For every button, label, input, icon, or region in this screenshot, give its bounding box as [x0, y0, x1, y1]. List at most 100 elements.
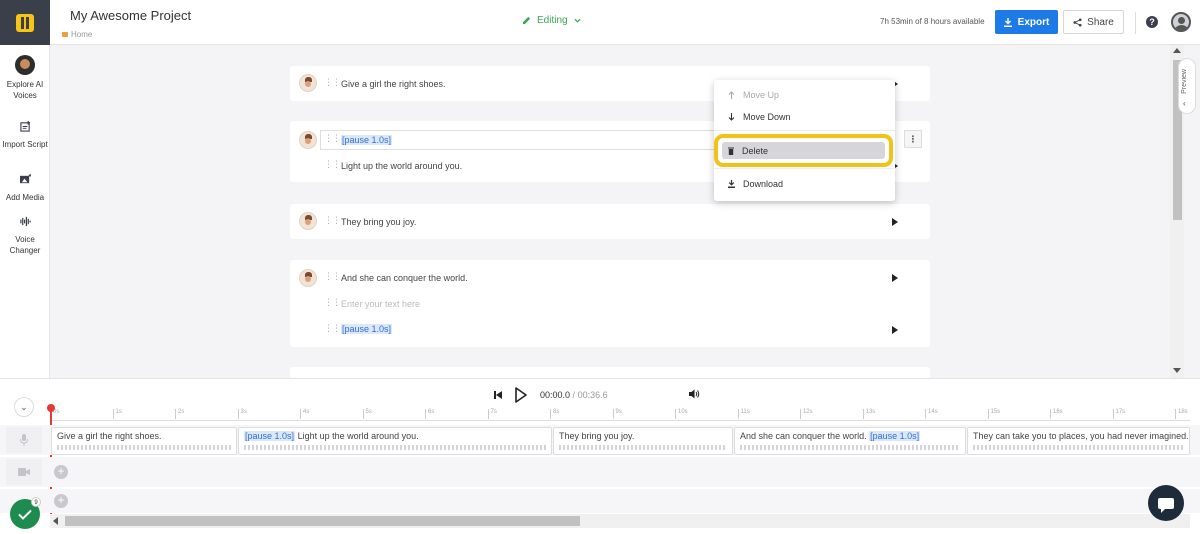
- breadcrumb-home[interactable]: Home: [71, 30, 92, 39]
- ruler-tick: 9s: [612, 409, 622, 419]
- microphone-icon: [6, 427, 42, 453]
- drag-handle-icon[interactable]: ⋮⋮: [324, 160, 341, 169]
- pause-tag[interactable]: [pause 1.0s]: [341, 324, 393, 334]
- scrollbar-thumb[interactable]: [65, 516, 580, 526]
- waveform: [740, 445, 960, 450]
- download-icon: [728, 180, 735, 188]
- more-options-button[interactable]: ⋮: [904, 130, 922, 148]
- clip-text: Light up the world around you.: [297, 431, 419, 441]
- clip-text: They bring you joy.: [559, 431, 635, 441]
- play-line-icon[interactable]: [892, 274, 898, 282]
- play-icon[interactable]: [514, 387, 528, 403]
- drag-handle-icon[interactable]: ⋮⋮: [324, 78, 341, 87]
- quota-text: 7h 53min of 8 hours available: [880, 17, 985, 26]
- share-button[interactable]: Share: [1063, 10, 1124, 34]
- chevron-left-icon[interactable]: ‹: [1183, 99, 1186, 108]
- drag-handle-icon[interactable]: ⋮⋮: [324, 324, 341, 333]
- project-title[interactable]: My Awesome Project: [70, 8, 191, 23]
- audio-clip[interactable]: They can take you to places, you had nev…: [967, 427, 1190, 455]
- scroll-down-icon[interactable]: [1173, 368, 1181, 373]
- drag-handle-icon[interactable]: ⋮⋮: [324, 272, 341, 281]
- sidebar-item-add-media[interactable]: Add Media: [0, 174, 50, 203]
- add-video-button[interactable]: +: [54, 465, 68, 479]
- audio-clip[interactable]: Give a girl the right shoes.: [51, 427, 237, 455]
- ruler-tick: 7s: [487, 409, 497, 419]
- help-icon[interactable]: ?: [1146, 16, 1158, 28]
- time-readout: 00:00.0 / 00:36.6: [540, 390, 608, 400]
- voice-face-icon[interactable]: [299, 212, 317, 230]
- menu-item-download[interactable]: Download: [714, 174, 895, 194]
- ruler-tick: 16s: [1050, 409, 1063, 419]
- checklist-count-badge: 9: [31, 497, 41, 507]
- sidebar-item-voice-changer[interactable]: Voice Changer: [0, 216, 50, 256]
- menu-item-delete[interactable]: Delete: [722, 142, 885, 159]
- ruler-tick: 11s: [737, 409, 750, 419]
- chat-bubble-icon: [1158, 497, 1174, 513]
- clip-text: They can take you to places, you had nev…: [973, 431, 1189, 441]
- voice-face-icon[interactable]: [299, 131, 317, 149]
- play-line-icon[interactable]: [892, 326, 898, 334]
- script-line[interactable]: And she can conquer the world.: [341, 273, 468, 283]
- voice-face-icon[interactable]: [299, 269, 317, 287]
- skip-back-icon[interactable]: [494, 391, 502, 399]
- ruler-tick: 8s: [550, 409, 559, 419]
- script-line[interactable]: [pause 1.0s]: [341, 324, 393, 334]
- import-icon: [19, 121, 30, 132]
- ruler-tick: 2s: [175, 409, 184, 419]
- waveform: [973, 445, 1184, 450]
- export-button[interactable]: Export: [995, 10, 1058, 34]
- script-line[interactable]: They bring you joy.: [341, 217, 416, 227]
- script-line[interactable]: Give a girl the right shoes.: [341, 79, 446, 89]
- ruler-tick: 18s: [1175, 409, 1188, 419]
- sidebar-item-explore-voices[interactable]: Explore AI Voices: [0, 55, 50, 101]
- breadcrumb[interactable]: Home: [62, 30, 92, 39]
- menu-item-label: Delete: [742, 145, 769, 156]
- app-logo[interactable]: [0, 0, 50, 45]
- script-line[interactable]: [pause 1.0s]: [341, 135, 393, 145]
- empty-line-placeholder[interactable]: Enter your text here: [341, 299, 420, 309]
- chat-support-button[interactable]: [1148, 485, 1184, 521]
- play-line-icon[interactable]: [892, 218, 898, 226]
- audio-clip[interactable]: They bring you joy.: [553, 427, 733, 455]
- script-line[interactable]: Light up the world around you.: [341, 161, 462, 171]
- trash-icon: [728, 147, 734, 155]
- script-block[interactable]: ⋮⋮ And she can conquer the world. ⋮⋮ Ent…: [290, 260, 930, 347]
- pause-tag: [pause 1.0s]: [244, 431, 296, 441]
- mode-dropdown[interactable]: Editing: [522, 15, 581, 26]
- menu-divider: [714, 168, 895, 169]
- script-block[interactable]: ⋮⋮ They bring you joy.: [290, 204, 930, 239]
- ruler-tick: 6s: [425, 409, 434, 419]
- menu-divider: [714, 130, 895, 131]
- header-divider: [1135, 12, 1136, 34]
- menu-item-move-down[interactable]: Move Down: [714, 107, 895, 127]
- user-avatar-icon[interactable]: [1171, 12, 1191, 32]
- drag-handle-icon[interactable]: ⋮⋮: [324, 298, 341, 307]
- delete-highlight: Delete: [714, 134, 893, 167]
- arrow-down-icon: [728, 113, 735, 121]
- sidebar-item-label: Add Media: [5, 193, 45, 202]
- horizontal-scrollbar[interactable]: [50, 514, 1190, 528]
- ruler-tick: 5s: [362, 409, 372, 419]
- add-media-button[interactable]: +: [54, 494, 68, 508]
- preview-label[interactable]: Preview: [1181, 69, 1188, 94]
- scroll-left-icon[interactable]: [53, 517, 58, 525]
- drag-handle-icon[interactable]: ⋮⋮: [324, 216, 341, 225]
- pause-tag[interactable]: [pause 1.0s]: [341, 135, 393, 145]
- audio-clip[interactable]: [pause 1.0s] Light up the world around y…: [238, 427, 552, 455]
- audio-clip[interactable]: And she can conquer the world. [pause 1.…: [734, 427, 966, 455]
- sidebar-item-import-script[interactable]: Import Script: [0, 121, 50, 150]
- ruler-tick: 17s: [1112, 409, 1125, 419]
- sidebar-item-label: Import Script: [2, 140, 48, 149]
- time-ruler[interactable]: 0s 1s 2s 3s 4s 5s 6s 7s 8s 9s 10s 11s 12s 13s 14s 15s 16…: [50, 407, 1190, 421]
- collapse-timeline-button[interactable]: ⌄: [14, 397, 34, 417]
- playhead-handle[interactable]: [47, 404, 55, 412]
- pencil-icon: [522, 16, 531, 25]
- folder-icon: [62, 32, 68, 37]
- drag-handle-icon[interactable]: ⋮⋮: [324, 134, 341, 143]
- menu-item-move-up[interactable]: Move Up: [714, 85, 895, 105]
- voice-face-icon[interactable]: [299, 74, 317, 92]
- scroll-up-icon[interactable]: [1173, 48, 1181, 53]
- ruler-tick: 13s: [862, 409, 875, 419]
- script-block-partial: [290, 367, 930, 378]
- volume-icon[interactable]: [689, 389, 700, 399]
